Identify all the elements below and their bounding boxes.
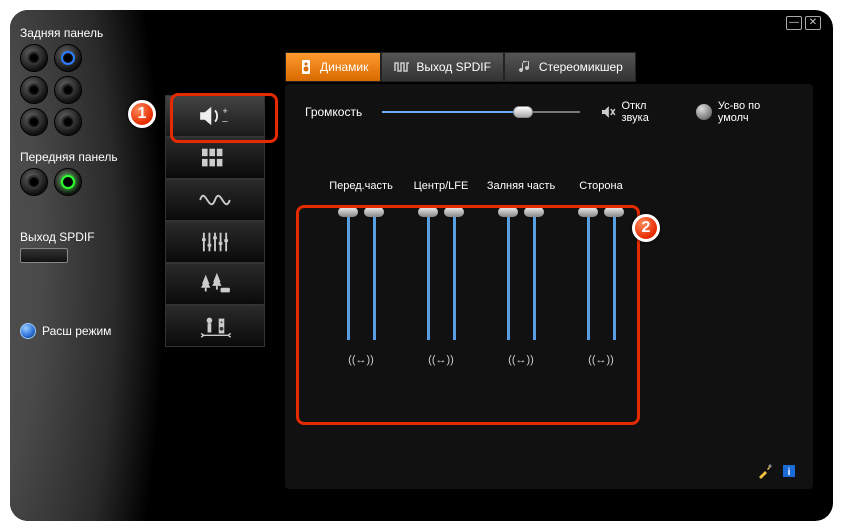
tab-stereomix-label: Стереомикшер xyxy=(539,60,623,74)
tab-spdif[interactable]: Выход SPDIF xyxy=(381,52,504,82)
swap-front[interactable]: ((↔)) xyxy=(321,354,401,366)
default-device-button[interactable]: Ус-во по умолч xyxy=(696,100,793,124)
jack-rear-2[interactable] xyxy=(54,44,82,72)
slider-side-left[interactable] xyxy=(582,210,594,340)
swap-rear[interactable]: ((↔)) xyxy=(481,354,561,366)
jack-front-2[interactable] xyxy=(54,168,82,196)
tab-speaker[interactable]: Динамик xyxy=(285,52,381,82)
channel-label-center: Центр/LFE xyxy=(401,180,481,192)
callout-1: 1 xyxy=(128,100,156,128)
default-device-label: Ус-во по умолч xyxy=(718,100,793,124)
dot-icon xyxy=(696,104,712,120)
spdif-label: Выход SPDIF xyxy=(20,230,165,244)
speaker-volume-icon: + – xyxy=(196,103,234,129)
tool-equalizer[interactable] xyxy=(165,221,265,263)
tool-environment[interactable] xyxy=(165,263,265,305)
tool-volume[interactable]: + – xyxy=(165,95,265,137)
tab-spdif-label: Выход SPDIF xyxy=(416,60,491,74)
sine-wave-icon xyxy=(196,187,234,213)
person-speakers-icon xyxy=(196,313,234,339)
channel-label-side: Сторона xyxy=(561,180,641,192)
jack-rear-5[interactable] xyxy=(20,108,48,136)
channel-label-front: Перед.часть xyxy=(321,180,401,192)
master-volume-slider[interactable] xyxy=(382,105,579,119)
tab-bar: Динамик Выход SPDIF Стереомикшер xyxy=(285,52,813,82)
tab-speaker-label: Динамик xyxy=(320,60,368,74)
jack-rear-6[interactable] xyxy=(54,108,82,136)
swap-side[interactable]: ((↔)) xyxy=(561,354,641,366)
minimize-button[interactable]: — xyxy=(786,16,802,30)
mute-label: Откл звука xyxy=(622,100,677,124)
callout-2: 2 xyxy=(632,214,660,242)
slider-side-right[interactable] xyxy=(608,210,620,340)
dot-icon xyxy=(20,323,36,339)
info-icon[interactable]: i xyxy=(781,463,797,479)
speaker-icon xyxy=(298,59,314,75)
jack-front-1[interactable] xyxy=(20,168,48,196)
channel-label-rear: Залняя часть xyxy=(481,180,561,192)
tab-stereomix[interactable]: Стереомикшер xyxy=(504,52,636,82)
left-panel: Задняя панель Передняя панель Выход SPDI… xyxy=(10,10,165,521)
swap-center[interactable]: ((↔)) xyxy=(401,354,481,366)
channel-sliders-panel: Перед.часть Центр/LFE Залняя часть Сторо… xyxy=(305,170,665,384)
content-panel: Громкость Откл звука Ус-во по умолч Пере… xyxy=(285,84,813,489)
trees-icon xyxy=(196,271,234,297)
svg-text:i: i xyxy=(788,467,791,478)
jack-rear-3[interactable] xyxy=(20,76,48,104)
equalizer-icon xyxy=(196,229,234,255)
advanced-mode-label: Расш режим xyxy=(42,324,111,338)
mute-button[interactable]: Откл звука xyxy=(600,100,676,124)
jack-rear-1[interactable] xyxy=(20,44,48,72)
slider-rear-right[interactable] xyxy=(528,210,540,340)
slider-front-left[interactable] xyxy=(342,210,354,340)
main-area: — ✕ Динамик Выход SPDIF Стереомикшер Гро… xyxy=(265,10,833,521)
slider-lfe[interactable] xyxy=(448,210,460,340)
tools-icon[interactable] xyxy=(757,463,773,479)
svg-text:–: – xyxy=(222,115,228,125)
close-button[interactable]: ✕ xyxy=(805,16,821,30)
slider-rear-left[interactable] xyxy=(502,210,514,340)
spdif-port[interactable] xyxy=(20,248,68,263)
rear-panel-label: Задняя панель xyxy=(20,26,165,40)
jack-rear-4[interactable] xyxy=(54,76,82,104)
front-panel-label: Передняя панель xyxy=(20,150,165,164)
slider-center[interactable] xyxy=(422,210,434,340)
tool-column: + – xyxy=(165,10,265,521)
music-note-icon xyxy=(517,59,533,75)
tool-speaker-config[interactable] xyxy=(165,137,265,179)
tool-sine[interactable] xyxy=(165,179,265,221)
app-window: Задняя панель Передняя панель Выход SPDI… xyxy=(10,10,833,521)
mute-icon xyxy=(600,104,616,120)
tool-room[interactable] xyxy=(165,305,265,347)
speaker-grid-icon xyxy=(196,145,234,171)
volume-label: Громкость xyxy=(305,105,362,119)
digital-icon xyxy=(394,59,410,75)
advanced-mode-button[interactable]: Расш режим xyxy=(20,323,165,339)
slider-front-right[interactable] xyxy=(368,210,380,340)
